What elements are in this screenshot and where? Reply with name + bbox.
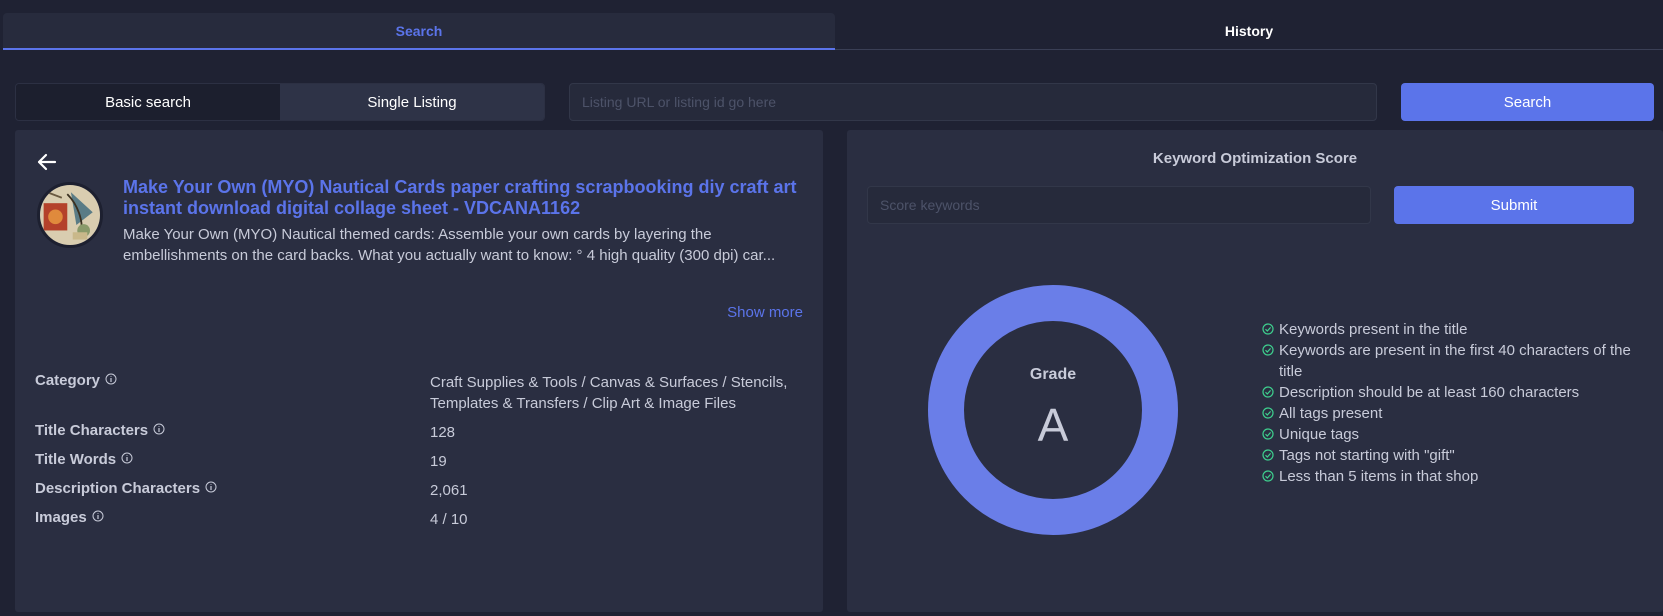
check-circle-icon: [1262, 407, 1274, 419]
search-mode-toggle: Basic search Single Listing: [15, 83, 545, 121]
stat-value: 128: [430, 424, 456, 441]
single-listing-button[interactable]: Single Listing: [280, 84, 544, 120]
checklist-item: Less than 5 items in that shop: [1262, 466, 1642, 487]
info-icon[interactable]: [105, 373, 117, 385]
checklist-text: Unique tags: [1279, 426, 1360, 443]
checklist-text: Description should be at least 160 chara…: [1279, 384, 1580, 401]
grade-value: A: [1037, 399, 1069, 451]
keyword-score-panel: Keyword Optimization Score Submit Grade …: [847, 130, 1663, 612]
info-icon[interactable]: [92, 510, 104, 522]
stat-row-images: Images 4 / 10: [35, 509, 805, 530]
listing-thumbnail: [37, 182, 103, 248]
basic-search-button[interactable]: Basic search: [16, 84, 280, 120]
tab-history[interactable]: History: [835, 13, 1663, 50]
grade-label: Grade: [1029, 366, 1077, 383]
checklist-text: Keywords are present in the first 40 cha…: [1279, 342, 1631, 380]
submit-button[interactable]: Submit: [1394, 186, 1634, 224]
check-circle-icon: [1262, 323, 1274, 335]
stat-row-category: Category Craft Supplies & Tools / Canvas…: [35, 372, 805, 414]
check-circle-icon: [1262, 344, 1274, 356]
stat-value: 4 / 10: [430, 511, 468, 528]
checklist-text: Keywords present in the title: [1279, 321, 1468, 338]
stat-label: Images: [35, 509, 87, 526]
listing-url-input[interactable]: [569, 83, 1377, 121]
stat-value: Craft Supplies & Tools / Canvas & Surfac…: [430, 374, 788, 412]
stat-row-title-words: Title Words 19: [35, 451, 805, 472]
checklist-item: All tags present: [1262, 403, 1642, 424]
stat-label: Title Characters: [35, 422, 149, 439]
check-circle-icon: [1262, 428, 1274, 440]
listing-panel: Make Your Own (MYO) Nautical Cards paper…: [15, 130, 823, 612]
stat-label: Description Characters: [35, 480, 201, 497]
check-circle-icon: [1262, 470, 1274, 482]
checklist-item: Tags not starting with "gift": [1262, 445, 1642, 466]
keyword-score-title: Keyword Optimization Score: [1152, 150, 1358, 167]
tab-search[interactable]: Search: [3, 13, 835, 50]
stat-label: Title Words: [35, 451, 117, 468]
search-button[interactable]: Search: [1401, 83, 1654, 121]
listing-title[interactable]: Make Your Own (MYO) Nautical Cards paper…: [123, 177, 813, 219]
score-keywords-input[interactable]: [867, 186, 1371, 224]
check-circle-icon: [1262, 386, 1274, 398]
checklist-item: Keywords present in the title: [1262, 319, 1642, 340]
checklist: Keywords present in the title Keywords a…: [1262, 319, 1642, 487]
show-more-link[interactable]: Show more: [727, 304, 803, 321]
checklist-text: Less than 5 items in that shop: [1279, 468, 1479, 485]
checklist-item: Keywords are present in the first 40 cha…: [1262, 340, 1642, 382]
info-icon[interactable]: [153, 423, 165, 435]
info-icon[interactable]: [121, 452, 133, 464]
listing-description: Make Your Own (MYO) Nautical themed card…: [123, 226, 776, 264]
checklist-item: Unique tags: [1262, 424, 1642, 445]
stat-value: 2,061: [430, 482, 468, 499]
checklist-text: Tags not starting with "gift": [1279, 447, 1455, 464]
checklist-text: All tags present: [1279, 405, 1383, 422]
top-tabs: Search History: [3, 13, 1663, 50]
stat-row-description-characters: Description Characters 2,061: [35, 480, 805, 501]
arrow-left-icon[interactable]: [35, 150, 59, 174]
stat-label: Category: [35, 372, 101, 389]
info-icon[interactable]: [205, 481, 217, 493]
stat-row-title-characters: Title Characters 128: [35, 422, 805, 443]
listing-stats: Category Craft Supplies & Tools / Canvas…: [35, 372, 805, 538]
checklist-item: Description should be at least 160 chara…: [1262, 382, 1642, 403]
check-circle-icon: [1262, 449, 1274, 461]
stat-value: 19: [430, 453, 447, 470]
